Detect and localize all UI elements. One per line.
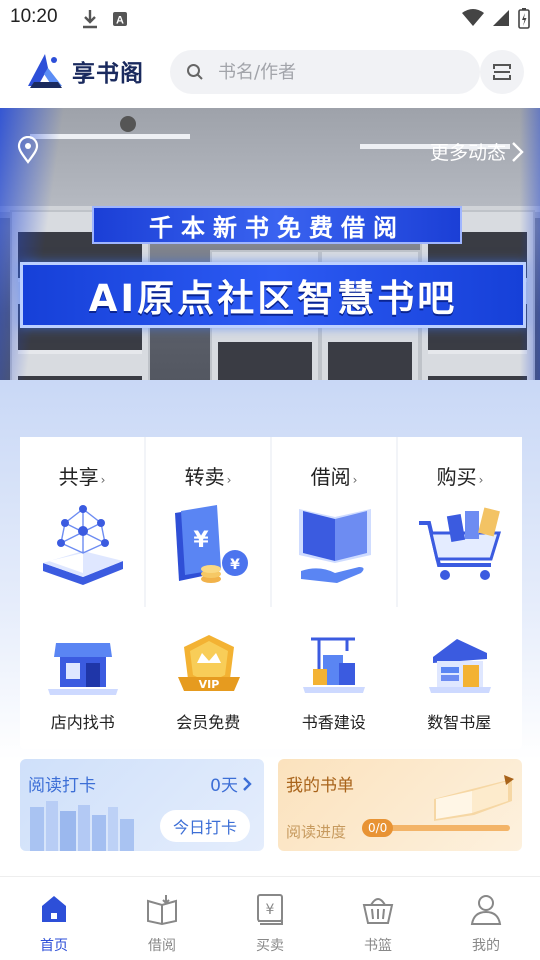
svg-text:¥: ¥ [230, 557, 240, 573]
notification-a-icon: A [113, 12, 127, 27]
wifi-icon [462, 9, 484, 26]
basket-icon [362, 898, 394, 924]
quick-find-book[interactable]: 店内找书 [20, 607, 146, 749]
app-header: 享书阁 [0, 38, 540, 108]
battery-icon [518, 8, 530, 29]
banner-subtitle: 千本新书免费借阅 [92, 206, 462, 244]
more-news-link[interactable]: 更多动态 [430, 138, 524, 165]
search-input[interactable] [218, 61, 438, 83]
tab-borrow[interactable]: 借阅 [108, 877, 216, 960]
scan-button[interactable] [480, 50, 524, 94]
chevron-right-icon [512, 141, 524, 162]
search-bar[interactable] [170, 50, 480, 94]
reading-checkin-card[interactable]: 阅读打卡 0天 今日打卡 [20, 759, 264, 851]
logo-text: 享书阁 [72, 60, 144, 87]
construction-crane-icon [303, 637, 365, 693]
svg-text:¥: ¥ [266, 902, 275, 918]
reading-progress-value: 0/0 [362, 819, 394, 837]
services-panel: 共享 › 转卖 › ¥ ¥ 借阅 › 购买 › 店内找书 VIP 会员免费 书香… [20, 437, 522, 749]
chevron-right-icon [243, 776, 252, 791]
yuan-book-icon: ¥ ¥ [175, 505, 248, 583]
logo-mark-icon [28, 54, 62, 88]
tab-basket[interactable]: 书篮 [324, 877, 432, 960]
store-icon [48, 643, 118, 695]
more-news-label: 更多动态 [429, 142, 506, 164]
quick-digital-bookhouse[interactable]: 数智书屋 [397, 607, 523, 749]
download-icon [83, 10, 97, 29]
user-icon [470, 895, 502, 925]
tab-profile[interactable]: 我的 [432, 877, 540, 960]
status-bar: 10:20 A [0, 0, 540, 38]
status-time: 10:20 [10, 6, 58, 27]
digital-house-icon [428, 639, 491, 693]
bottom-tab-bar: 首页 借阅 ¥ 买卖 书篮 我的 [0, 876, 540, 960]
service-share[interactable]: 共享 › [20, 437, 144, 607]
quick-book-construction[interactable]: 书香建设 [271, 607, 397, 749]
banner-headline: AI原点社区智慧书吧 [20, 262, 526, 328]
svg-text:A: A [116, 15, 124, 27]
svg-text:VIP: VIP [198, 678, 219, 691]
borrow-book-icon [147, 895, 177, 926]
quick-links-row: 店内找书 VIP 会员免费 书香建设 数智书屋 [20, 607, 522, 749]
service-buy[interactable]: 购买 › [398, 437, 522, 607]
tab-home[interactable]: 首页 [0, 877, 108, 960]
signal-icon [493, 10, 509, 26]
share-network-icon [43, 505, 123, 585]
checkin-days[interactable]: 0天 [210, 771, 252, 796]
service-resell[interactable]: 转卖 › ¥ ¥ [146, 437, 270, 607]
tab-trade[interactable]: ¥ 买卖 [216, 877, 324, 960]
app-logo[interactable]: 享书阁 [24, 52, 144, 90]
bookshelf-illustration [30, 801, 134, 851]
service-borrow[interactable]: 借阅 › [272, 437, 396, 607]
reading-progress-label: 阅读进度 [286, 823, 347, 841]
shopping-cart-books-icon [419, 507, 502, 580]
services-row: 共享 › 转卖 › ¥ ¥ 借阅 › 购买 › [20, 437, 522, 607]
checkin-today-button[interactable]: 今日打卡 [160, 810, 250, 842]
svg-text:¥: ¥ [193, 528, 209, 553]
my-booklist-card[interactable]: 我的书单 阅读进度 0/0 [278, 759, 522, 851]
booklist-title: 我的书单 [286, 776, 354, 796]
location-pin-icon[interactable] [16, 136, 40, 164]
open-book-illustration [434, 775, 514, 821]
quick-member-free[interactable]: VIP 会员免费 [146, 607, 272, 749]
search-icon [187, 64, 203, 80]
trade-yuan-icon: ¥ [257, 894, 283, 925]
scan-icon [493, 64, 511, 80]
checkin-title: 阅读打卡 [28, 776, 96, 796]
home-icon [42, 896, 66, 922]
vip-crown-badge-icon: VIP [177, 635, 240, 691]
open-book-hand-icon [299, 509, 371, 583]
